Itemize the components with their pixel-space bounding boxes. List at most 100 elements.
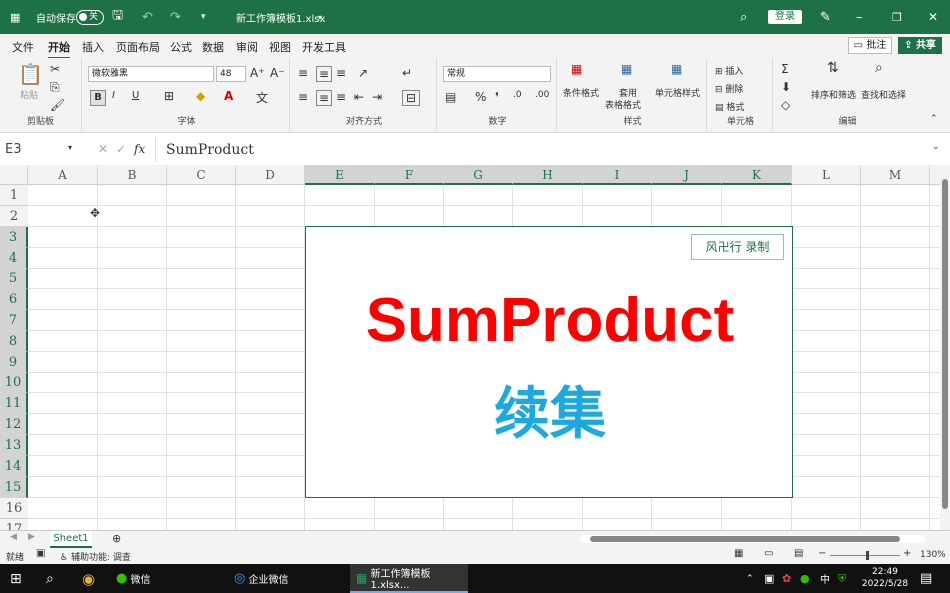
find-select-icon[interactable]: ⌕: [875, 60, 883, 76]
sort-filter-icon[interactable]: ⇅: [827, 60, 839, 76]
row-header[interactable]: 11: [0, 393, 28, 414]
column-header[interactable]: B: [98, 165, 167, 185]
tab-insert[interactable]: 插入: [82, 39, 104, 55]
customize-toolbar-icon[interactable]: ▾: [201, 0, 206, 34]
fill-color-icon[interactable]: ◆: [196, 89, 205, 103]
format-cells-button[interactable]: ▤ 格式: [715, 100, 744, 113]
taskbar-wework[interactable]: ◎ 企业微信: [234, 564, 289, 593]
undo-icon[interactable]: ↶: [142, 0, 153, 34]
column-header[interactable]: H: [513, 165, 583, 185]
worksheet-grid[interactable]: A B C D E F G H I J K L M 1 2 3 4 5 6 7 …: [0, 165, 940, 530]
tab-data[interactable]: 数据: [202, 39, 224, 55]
orientation-icon[interactable]: ↗: [358, 66, 368, 80]
column-header[interactable]: D: [236, 165, 305, 185]
title-text-box[interactable]: 风卍行 录制 SumProduct 续集: [305, 226, 793, 498]
column-header[interactable]: C: [167, 165, 236, 185]
column-header[interactable]: M: [861, 165, 930, 185]
conditional-format-icon[interactable]: ▦: [571, 62, 582, 76]
restore-icon[interactable]: ❐: [892, 0, 902, 34]
vertical-scroll-thumb[interactable]: [942, 179, 948, 509]
zoom-out-icon[interactable]: −: [818, 548, 826, 559]
column-header[interactable]: F: [375, 165, 444, 185]
autosum-icon[interactable]: Σ: [781, 62, 789, 76]
row-header[interactable]: 12: [0, 414, 28, 435]
row-header[interactable]: 3: [0, 227, 28, 248]
wrap-text-icon[interactable]: ↵: [402, 66, 412, 80]
tray-security-icon[interactable]: ⛨: [838, 564, 846, 593]
prev-sheet-icon[interactable]: ◀: [10, 532, 17, 542]
increase-decimal-icon[interactable]: .0: [513, 90, 522, 100]
row-header[interactable]: 4: [0, 248, 28, 269]
expand-formula-icon[interactable]: ⌄: [932, 142, 940, 152]
row-header[interactable]: 14: [0, 456, 28, 477]
normal-view-icon[interactable]: ▦: [734, 548, 743, 559]
bold-button[interactable]: B: [90, 90, 106, 106]
row-header[interactable]: 8: [0, 331, 28, 352]
zoom-in-icon[interactable]: +: [903, 548, 911, 559]
tab-file[interactable]: 文件: [12, 39, 34, 55]
namebox-dropdown-icon[interactable]: ▾: [68, 143, 72, 152]
filename-dropdown-icon[interactable]: ▾: [318, 0, 322, 34]
conditional-format-label[interactable]: 条件格式: [563, 86, 599, 99]
clock[interactable]: 22:49 2022/5/28: [860, 566, 910, 590]
column-header[interactable]: A: [28, 165, 98, 185]
decrease-decimal-icon[interactable]: .00: [535, 90, 549, 100]
share-button[interactable]: ⇪ 共享: [898, 37, 942, 54]
align-top-icon[interactable]: ≡: [298, 66, 308, 80]
tab-developer[interactable]: 开发工具: [302, 39, 346, 55]
comment-button[interactable]: ▭ 批注: [848, 37, 892, 54]
align-center-icon[interactable]: ≡: [316, 90, 332, 106]
tab-page-layout[interactable]: 页面布局: [116, 39, 160, 55]
cell-styles-label[interactable]: 单元格样式: [655, 86, 700, 99]
tray-flower-icon[interactable]: ✿: [782, 564, 791, 593]
increase-indent-icon[interactable]: ⇥: [372, 90, 382, 104]
number-format-select[interactable]: 常规: [443, 66, 551, 82]
tab-formulas[interactable]: 公式: [170, 39, 192, 55]
file-name[interactable]: 新工作簿模板1.xlsx: [236, 0, 325, 34]
taskbar-search-icon[interactable]: ⌕: [46, 564, 54, 593]
format-table-icon[interactable]: ▦: [621, 62, 632, 76]
select-all-corner[interactable]: [0, 165, 28, 185]
comma-icon[interactable]: ❜: [495, 90, 499, 104]
decrease-indent-icon[interactable]: ⇤: [354, 90, 364, 104]
phonetic-icon[interactable]: 文: [256, 89, 268, 106]
column-header[interactable]: J: [652, 165, 722, 185]
row-header[interactable]: 10: [0, 373, 28, 393]
border-icon[interactable]: ⊞: [164, 89, 174, 103]
clear-icon[interactable]: ◇: [781, 98, 790, 112]
font-name-select[interactable]: 微软雅黑: [88, 66, 214, 82]
paste-icon[interactable]: 📋: [18, 62, 43, 86]
row-header[interactable]: 15: [0, 477, 28, 498]
tab-review[interactable]: 审阅: [236, 39, 258, 55]
zoom-level[interactable]: 130%: [920, 550, 946, 560]
save-icon[interactable]: 🖫: [112, 0, 123, 34]
column-header[interactable]: E: [305, 165, 375, 185]
merge-center-icon[interactable]: ⊟: [402, 90, 420, 106]
align-middle-icon[interactable]: ≡: [316, 66, 332, 82]
sort-filter-label[interactable]: 排序和筛选: [811, 88, 856, 101]
accessibility-button[interactable]: ♿ 辅助功能: 调查: [60, 550, 131, 563]
tray-wechat-icon[interactable]: ●: [800, 564, 810, 593]
increase-font-icon[interactable]: A⁺: [250, 66, 265, 80]
column-header[interactable]: I: [583, 165, 652, 185]
page-break-view-icon[interactable]: ▤: [794, 548, 803, 559]
ime-indicator[interactable]: 中: [820, 564, 830, 593]
accounting-icon[interactable]: ▤: [445, 90, 456, 104]
next-sheet-icon[interactable]: ▶: [28, 532, 35, 542]
collapse-ribbon-icon[interactable]: ⌃: [930, 114, 938, 124]
insert-function-icon[interactable]: fx: [134, 142, 145, 156]
page-layout-view-icon[interactable]: ▭: [764, 548, 773, 559]
tab-view[interactable]: 视图: [269, 39, 291, 55]
formula-input[interactable]: SumProduct: [155, 138, 930, 162]
delete-cells-button[interactable]: ⊟ 删除: [715, 82, 743, 95]
redo-icon[interactable]: ↷: [170, 0, 181, 34]
chrome-icon[interactable]: ◉: [82, 564, 95, 593]
insert-cells-button[interactable]: ⊞ 插入: [715, 64, 743, 77]
align-right-icon[interactable]: ≡: [336, 90, 346, 104]
cut-icon[interactable]: ✂: [50, 62, 60, 76]
row-header[interactable]: 2: [0, 206, 28, 227]
enter-icon[interactable]: ✓: [116, 142, 126, 156]
row-header[interactable]: 6: [0, 289, 28, 310]
add-sheet-icon[interactable]: ⊕: [112, 532, 121, 545]
minimize-icon[interactable]: –: [856, 0, 863, 34]
